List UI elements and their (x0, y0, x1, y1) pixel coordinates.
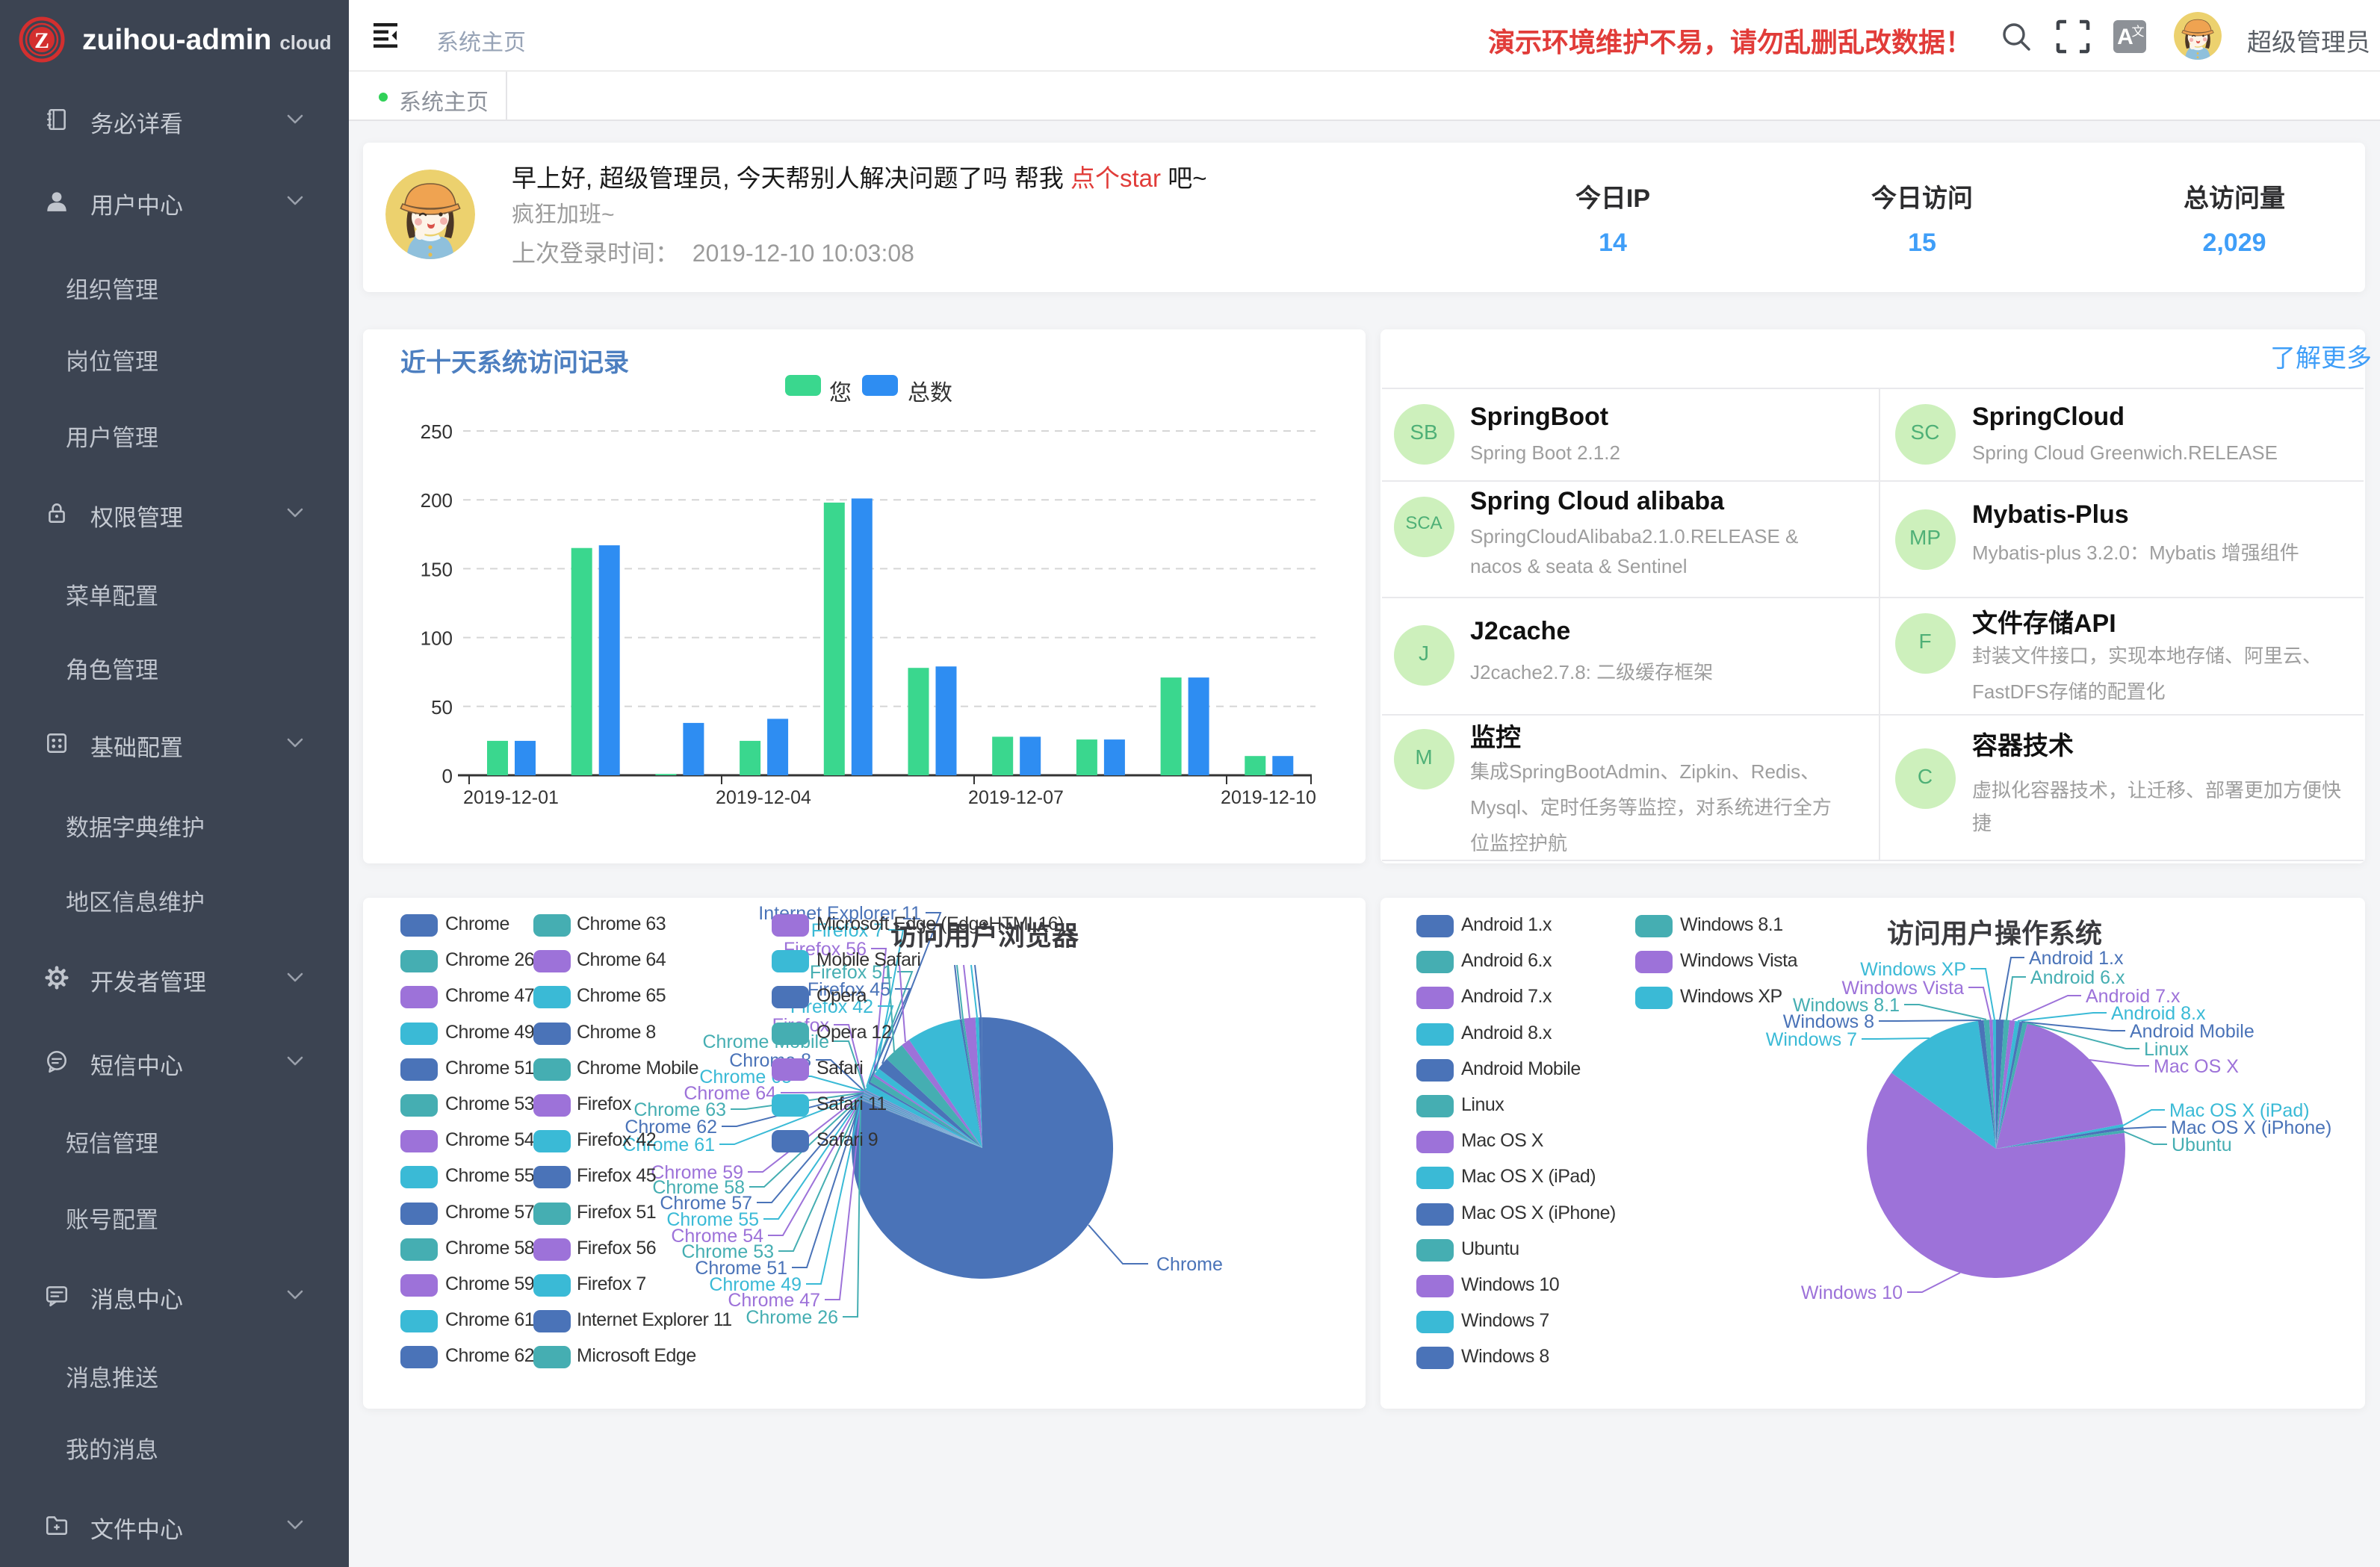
svg-text:Windows XP: Windows XP (1860, 959, 1966, 980)
svg-text:Windows 7: Windows 7 (1766, 1029, 1857, 1050)
svg-text:Chrome Mobile: Chrome Mobile (702, 1031, 829, 1052)
svg-text:Windows 10: Windows 10 (1801, 1282, 1903, 1303)
svg-text:Mac OS X: Mac OS X (2154, 1056, 2239, 1077)
svg-text:Ubuntu: Ubuntu (2172, 1135, 2232, 1155)
svg-text:Android 6.x: Android 6.x (2030, 967, 2125, 988)
svg-text:Android 1.x: Android 1.x (2029, 948, 2124, 969)
svg-text:Chrome 26: Chrome 26 (746, 1307, 838, 1328)
svg-text:Chrome: Chrome (1156, 1254, 1223, 1275)
